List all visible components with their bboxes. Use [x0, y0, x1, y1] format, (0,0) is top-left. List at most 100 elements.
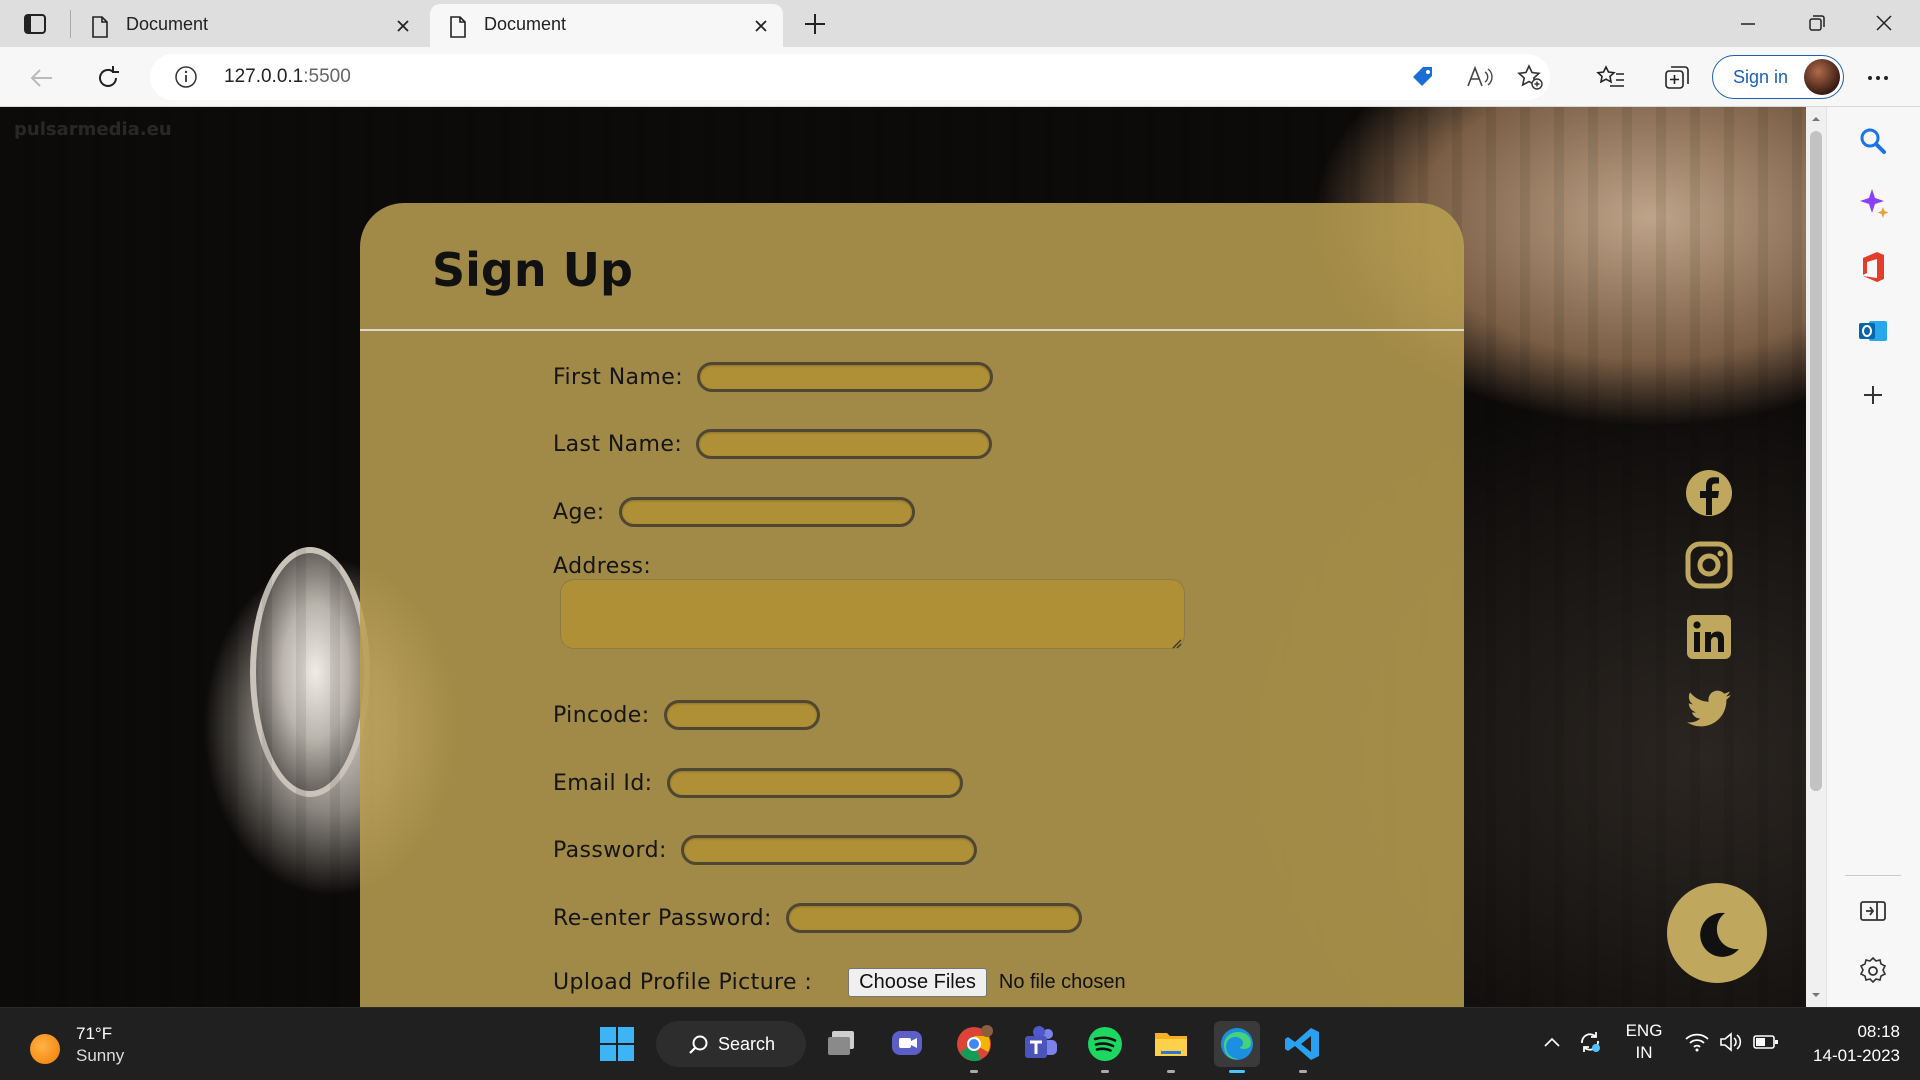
age-input[interactable] [618, 497, 915, 527]
windows-taskbar: 71°F Sunny Search ENG IN 08:18 14-01-202… [0, 1007, 1920, 1080]
collections-icon[interactable] [1660, 61, 1694, 95]
back-icon[interactable] [25, 61, 59, 95]
tab-divider [70, 10, 71, 38]
shopping-tag-icon[interactable] [1410, 64, 1436, 90]
document-icon [449, 16, 467, 38]
volume-icon[interactable] [1718, 1030, 1744, 1054]
outlook-icon[interactable] [1855, 313, 1891, 349]
moon-icon [1700, 912, 1739, 957]
restore-icon[interactable] [1798, 10, 1834, 38]
chrome-icon[interactable] [951, 1021, 997, 1073]
language-line2: IN [1635, 1043, 1653, 1062]
age-label: Age: [553, 499, 605, 525]
pincode-label: Pincode: [553, 702, 650, 728]
weather-temp: 71°F [76, 1024, 113, 1043]
email-row: Email Id: [553, 763, 963, 803]
title-divider [360, 329, 1464, 331]
more-options-icon[interactable] [1861, 61, 1895, 95]
address-bar[interactable]: 127.0.0.1:5500 [150, 54, 1550, 100]
weather-condition: Sunny [76, 1046, 125, 1065]
url-host: 127.0.0.1 [224, 66, 304, 87]
scroll-up-icon[interactable] [1810, 113, 1822, 125]
edge-icon[interactable] [1214, 1021, 1260, 1073]
clock-time: 08:18 [1857, 1022, 1900, 1041]
language-indicator[interactable]: ENG IN [1624, 1020, 1664, 1064]
tab-bar: Document Document [0, 0, 1920, 47]
twitter-icon[interactable] [1685, 685, 1733, 733]
browser-toolbar: 127.0.0.1:5500 Sign in [0, 47, 1920, 107]
tab-document-2[interactable]: Document [430, 4, 783, 47]
reenter-password-label: Re-enter Password: [553, 905, 772, 931]
tab-document-1[interactable]: Document [72, 4, 425, 47]
age-row: Age: [553, 492, 915, 532]
teams-icon[interactable] [1017, 1021, 1063, 1067]
add-icon[interactable] [1855, 377, 1891, 413]
running-indicator [970, 1070, 978, 1073]
new-tab-icon[interactable] [800, 10, 830, 38]
password-input[interactable] [680, 835, 977, 865]
site-info-icon[interactable] [174, 65, 198, 89]
last-name-row: Last Name: [553, 424, 993, 464]
scroll-down-icon[interactable] [1810, 989, 1822, 1001]
upload-label: Upload Profile Picture : [553, 970, 813, 995]
page-viewport: pulsarmedia.eu Sign Up First Name: Last … [0, 107, 1826, 1007]
task-view-icon[interactable] [820, 1021, 866, 1067]
file-explorer-icon[interactable] [1148, 1021, 1194, 1073]
linkedin-icon[interactable] [1685, 613, 1733, 661]
choose-files-button[interactable]: Choose Files [848, 968, 987, 997]
spotify-icon[interactable] [1082, 1021, 1128, 1073]
office-icon[interactable] [1855, 249, 1891, 285]
clock[interactable]: 08:18 14-01-2023 [1800, 1020, 1900, 1068]
upload-row: Upload Profile Picture : Choose Files No… [553, 968, 1126, 997]
copilot-sparkle-icon[interactable] [1855, 185, 1891, 221]
sign-in-button[interactable]: Sign in [1712, 55, 1844, 99]
page-title: Sign Up [432, 243, 633, 297]
url-text: 127.0.0.1:5500 [224, 66, 351, 88]
battery-icon[interactable] [1752, 1030, 1780, 1054]
sun-icon [30, 1034, 60, 1064]
pincode-row: Pincode: [553, 695, 820, 735]
settings-gear-icon[interactable] [1855, 953, 1891, 989]
reenter-password-input[interactable] [785, 903, 1082, 933]
facebook-icon[interactable] [1685, 469, 1733, 517]
sync-icon[interactable] [1576, 1028, 1604, 1056]
last-name-label: Last Name: [553, 431, 683, 457]
chat-icon[interactable] [884, 1021, 930, 1067]
resize-grip-icon[interactable] [1170, 634, 1182, 649]
hide-sidebar-icon[interactable] [1855, 893, 1891, 929]
password-row: Password: [553, 830, 977, 870]
read-aloud-icon[interactable] [1465, 64, 1493, 90]
taskbar-search-button[interactable]: Search [656, 1021, 806, 1067]
wifi-icon[interactable] [1684, 1030, 1710, 1054]
close-icon[interactable] [393, 16, 413, 36]
file-status-text: No file chosen [998, 971, 1126, 993]
refresh-icon[interactable] [91, 61, 125, 95]
last-name-input[interactable] [696, 429, 993, 459]
url-port: :5500 [303, 66, 351, 87]
sidebar-divider [1845, 875, 1901, 876]
address-label: Address: [553, 553, 652, 579]
theme-toggle-button[interactable] [1667, 883, 1767, 983]
running-indicator [1299, 1070, 1307, 1073]
show-hidden-icons-chevron-up-icon[interactable] [1540, 1030, 1564, 1054]
search-icon[interactable] [1855, 123, 1891, 159]
first-name-row: First Name: [553, 357, 994, 397]
email-input[interactable] [666, 768, 963, 798]
tab-title: Document [126, 14, 209, 34]
window-close-icon[interactable] [1866, 10, 1902, 38]
favorites-icon[interactable] [1594, 61, 1628, 95]
address-textarea[interactable] [560, 579, 1185, 649]
add-favorite-icon[interactable] [1516, 63, 1544, 91]
weather-widget[interactable]: 71°F Sunny [30, 1024, 210, 1066]
start-button[interactable] [594, 1021, 640, 1067]
instagram-icon[interactable] [1685, 541, 1733, 589]
scrollbar-thumb[interactable] [1810, 131, 1822, 791]
running-indicator [1101, 1070, 1109, 1073]
pincode-input[interactable] [663, 700, 820, 730]
vscode-icon[interactable] [1280, 1021, 1326, 1073]
tab-actions-icon[interactable] [20, 10, 50, 38]
minimize-icon[interactable] [1730, 10, 1766, 38]
close-icon[interactable] [751, 16, 771, 36]
vertical-scrollbar[interactable] [1806, 107, 1826, 1007]
first-name-input[interactable] [697, 362, 994, 392]
